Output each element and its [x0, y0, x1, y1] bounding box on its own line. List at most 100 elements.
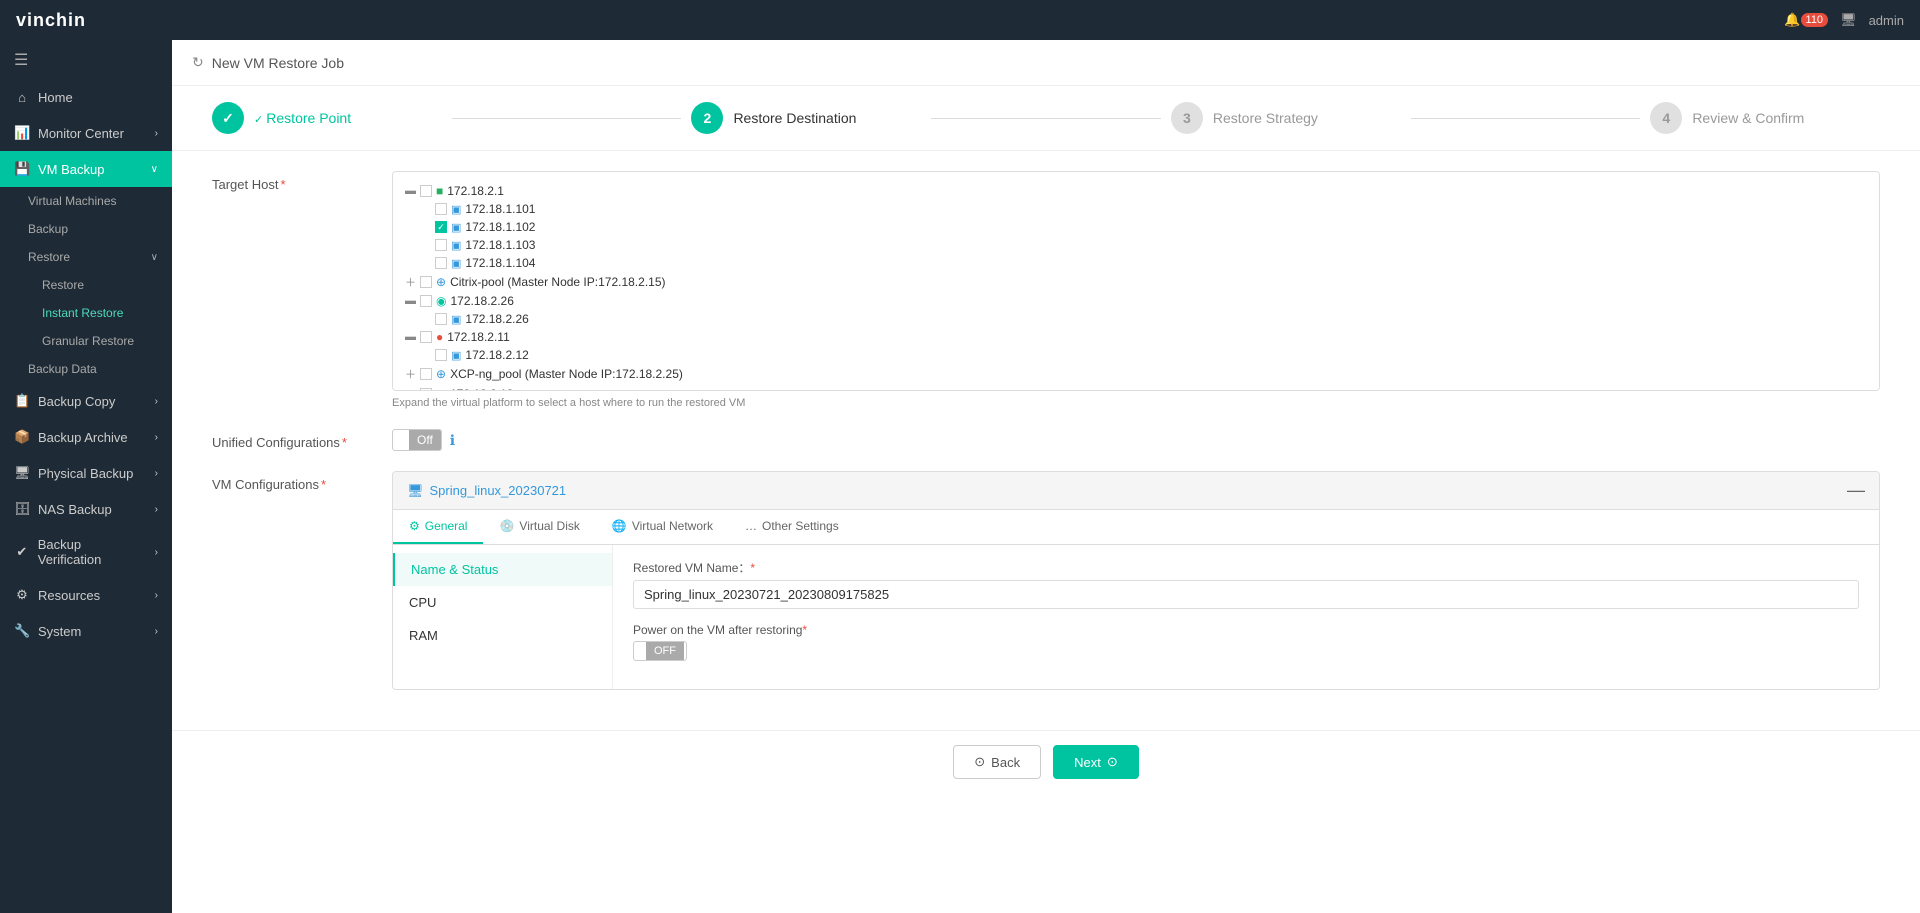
topbar: vinchin 🔔110 🖥 admin [0, 0, 1920, 40]
sidebar-item-backup[interactable]: Backup [0, 215, 172, 243]
virtual-disk-label: Virtual Disk [519, 519, 579, 533]
tree-checkbox-empty[interactable] [435, 313, 447, 325]
xcp-icon: ⊕ [436, 367, 446, 381]
unified-toggle[interactable]: Off [392, 429, 442, 451]
sidebar-item-backup-data[interactable]: Backup Data [0, 355, 172, 383]
tree-item-172.18.2.12[interactable]: ▣ 172.18.2.12 [405, 346, 1867, 364]
sidebar-hamburger[interactable]: ☰ [0, 40, 172, 80]
sidebar-item-system[interactable]: 🔧 System › [0, 613, 172, 649]
expand-icon[interactable]: ▬ [405, 295, 416, 307]
sidebar-label-physical-backup: Physical Backup [38, 466, 133, 481]
user-label[interactable]: admin [1869, 13, 1904, 28]
server-icon: ▣ [451, 239, 461, 252]
granular-restore-label: Granular Restore [42, 334, 134, 348]
tab-general[interactable]: ⚙ General [393, 510, 483, 544]
vm-sidebar-name-status[interactable]: Name & Status [393, 553, 612, 586]
target-host-label: Target Host* [212, 171, 392, 192]
tree-checkbox-checked[interactable]: ✓ [435, 221, 447, 233]
vm-config-label: VM Configurations* [212, 471, 392, 492]
notification-icon[interactable]: 🔔110 [1784, 12, 1828, 28]
unified-config-label: Unified Configurations* [212, 429, 392, 450]
restored-vm-name-group: Restored VM Name：* [633, 559, 1859, 609]
sidebar-item-restore[interactable]: Restore ∨ [0, 243, 172, 271]
power-on-group: Power on the VM after restoring* OFF [633, 623, 1859, 661]
tree-item-172.18.2.26[interactable]: ▬ ◉ 172.18.2.26 [405, 292, 1867, 310]
vm-collapse-icon[interactable]: — [1847, 480, 1865, 501]
tree-checkbox-empty[interactable] [420, 368, 432, 380]
tree-checkbox-empty[interactable] [420, 295, 432, 307]
page-title: New VM Restore Job [212, 55, 344, 71]
expand-icon[interactable]: ▬ [405, 331, 416, 343]
tab-other-settings[interactable]: … Other Settings [729, 510, 855, 544]
backup-copy-arrow: › [155, 396, 158, 407]
sidebar-label-resources: Resources [38, 588, 100, 603]
step-1-check: ✓ [222, 110, 234, 127]
tree-item-172.18.2.1[interactable]: ▬ ■ 172.18.2.1 [405, 182, 1867, 200]
system-icon: 🔧 [14, 623, 30, 639]
info-icon[interactable]: ℹ [450, 432, 455, 449]
expand-icon[interactable]: ＋ [405, 274, 416, 290]
resources-icon: ⚙ [14, 587, 30, 603]
tree-item-172.18.1.104[interactable]: ▣ 172.18.1.104 [405, 254, 1867, 272]
sidebar-item-restore-sub[interactable]: Restore [0, 271, 172, 299]
tree-checkbox-empty[interactable] [435, 257, 447, 269]
monitor-center-arrow: › [155, 128, 158, 139]
vm-sidebar-cpu[interactable]: CPU [393, 586, 612, 619]
tree-checkbox-empty[interactable] [420, 276, 432, 288]
unified-config-row: Unified Configurations* Off ℹ [212, 429, 1880, 451]
back-button[interactable]: ⊙ Back [953, 745, 1041, 779]
power-on-label: Power on the VM after restoring* [633, 623, 1859, 637]
tree-item-172.18.2.13[interactable]: ＋ ⊖ 172.18.2.13 [405, 384, 1867, 391]
sidebar-item-instant-restore[interactable]: Instant Restore [0, 299, 172, 327]
tree-checkbox-empty[interactable] [420, 185, 432, 197]
expand-icon[interactable]: ▬ [405, 185, 416, 197]
tree-item-xcp-pool[interactable]: ＋ ⊕ XCP-ng_pool (Master Node IP:172.18.2… [405, 364, 1867, 384]
vm-right-content: Restored VM Name：* Power on the VM after… [613, 545, 1879, 689]
step-1-circle: ✓ [212, 102, 244, 134]
expand-icon[interactable]: ＋ [405, 386, 416, 391]
tree-item-172.18.1.102[interactable]: ✓ ▣ 172.18.1.102 [405, 218, 1867, 236]
step-connector-2-3 [931, 118, 1161, 119]
host-tree[interactable]: ▬ ■ 172.18.2.1 ▣ 172.18.1.101 [392, 171, 1880, 391]
next-button[interactable]: Next ⊙ [1053, 745, 1139, 779]
tree-item-citrix-pool[interactable]: ＋ ⊕ Citrix-pool (Master Node IP:172.18.2… [405, 272, 1867, 292]
physical-backup-icon: 🖥 [14, 465, 30, 481]
red-circle-icon: ⊖ [436, 387, 446, 391]
tree-checkbox-empty[interactable] [420, 388, 432, 391]
tree-checkbox-empty[interactable] [420, 331, 432, 343]
tree-checkbox-empty[interactable] [435, 349, 447, 361]
restored-vm-name-input[interactable] [633, 580, 1859, 609]
sidebar-item-backup-copy[interactable]: 📋 Backup Copy › [0, 383, 172, 419]
sidebar-item-granular-restore[interactable]: Granular Restore [0, 327, 172, 355]
tree-item-172.18.1.101[interactable]: ▣ 172.18.1.101 [405, 200, 1867, 218]
vm-sidebar-ram[interactable]: RAM [393, 619, 612, 652]
tab-virtual-disk[interactable]: 💿 Virtual Disk [483, 510, 595, 544]
restored-vm-name-label: Restored VM Name：* [633, 559, 1859, 576]
sidebar-item-nas-backup[interactable]: 🗄 NAS Backup › [0, 491, 172, 527]
sidebar-item-vm-backup[interactable]: 💾 VM Backup ∨ [0, 151, 172, 187]
tab-virtual-network[interactable]: 🌐 Virtual Network [596, 510, 729, 544]
tree-label: 172.18.2.12 [465, 348, 528, 362]
node-icon-green: ■ [436, 184, 443, 198]
sidebar-item-backup-archive[interactable]: 📦 Backup Archive › [0, 419, 172, 455]
sidebar-item-resources[interactable]: ⚙ Resources › [0, 577, 172, 613]
sidebar-item-virtual-machines[interactable]: Virtual Machines [0, 187, 172, 215]
refresh-icon[interactable]: ↻ [192, 54, 204, 71]
tree-item-172.18.2.26-sub[interactable]: ▣ 172.18.2.26 [405, 310, 1867, 328]
tree-checkbox-empty[interactable] [435, 239, 447, 251]
monitor-icon[interactable]: 🖥 [1840, 12, 1857, 28]
sidebar-item-home[interactable]: ⌂ Home [0, 80, 172, 115]
sidebar-item-monitor-center[interactable]: 📊 Monitor Center › [0, 115, 172, 151]
power-on-toggle[interactable]: OFF [633, 641, 687, 661]
vm-tab-header: 🖥 Spring_linux_20230721 — [393, 472, 1879, 510]
expand-icon[interactable]: ＋ [405, 366, 416, 382]
tree-item-172.18.2.11[interactable]: ▬ ● 172.18.2.11 [405, 328, 1867, 346]
tree-item-172.18.1.103[interactable]: ▣ 172.18.1.103 [405, 236, 1867, 254]
tree-checkbox-empty[interactable] [435, 203, 447, 215]
sidebar-item-backup-verification[interactable]: ✔ Backup Verification › [0, 527, 172, 577]
sidebar-item-physical-backup[interactable]: 🖥 Physical Backup › [0, 455, 172, 491]
next-label: Next [1074, 755, 1101, 770]
vm-tab-content: Name & Status CPU RAM [393, 545, 1879, 689]
backup-label: Backup [28, 222, 68, 236]
step-1: ✓ ✓ Restore Point [212, 102, 442, 134]
